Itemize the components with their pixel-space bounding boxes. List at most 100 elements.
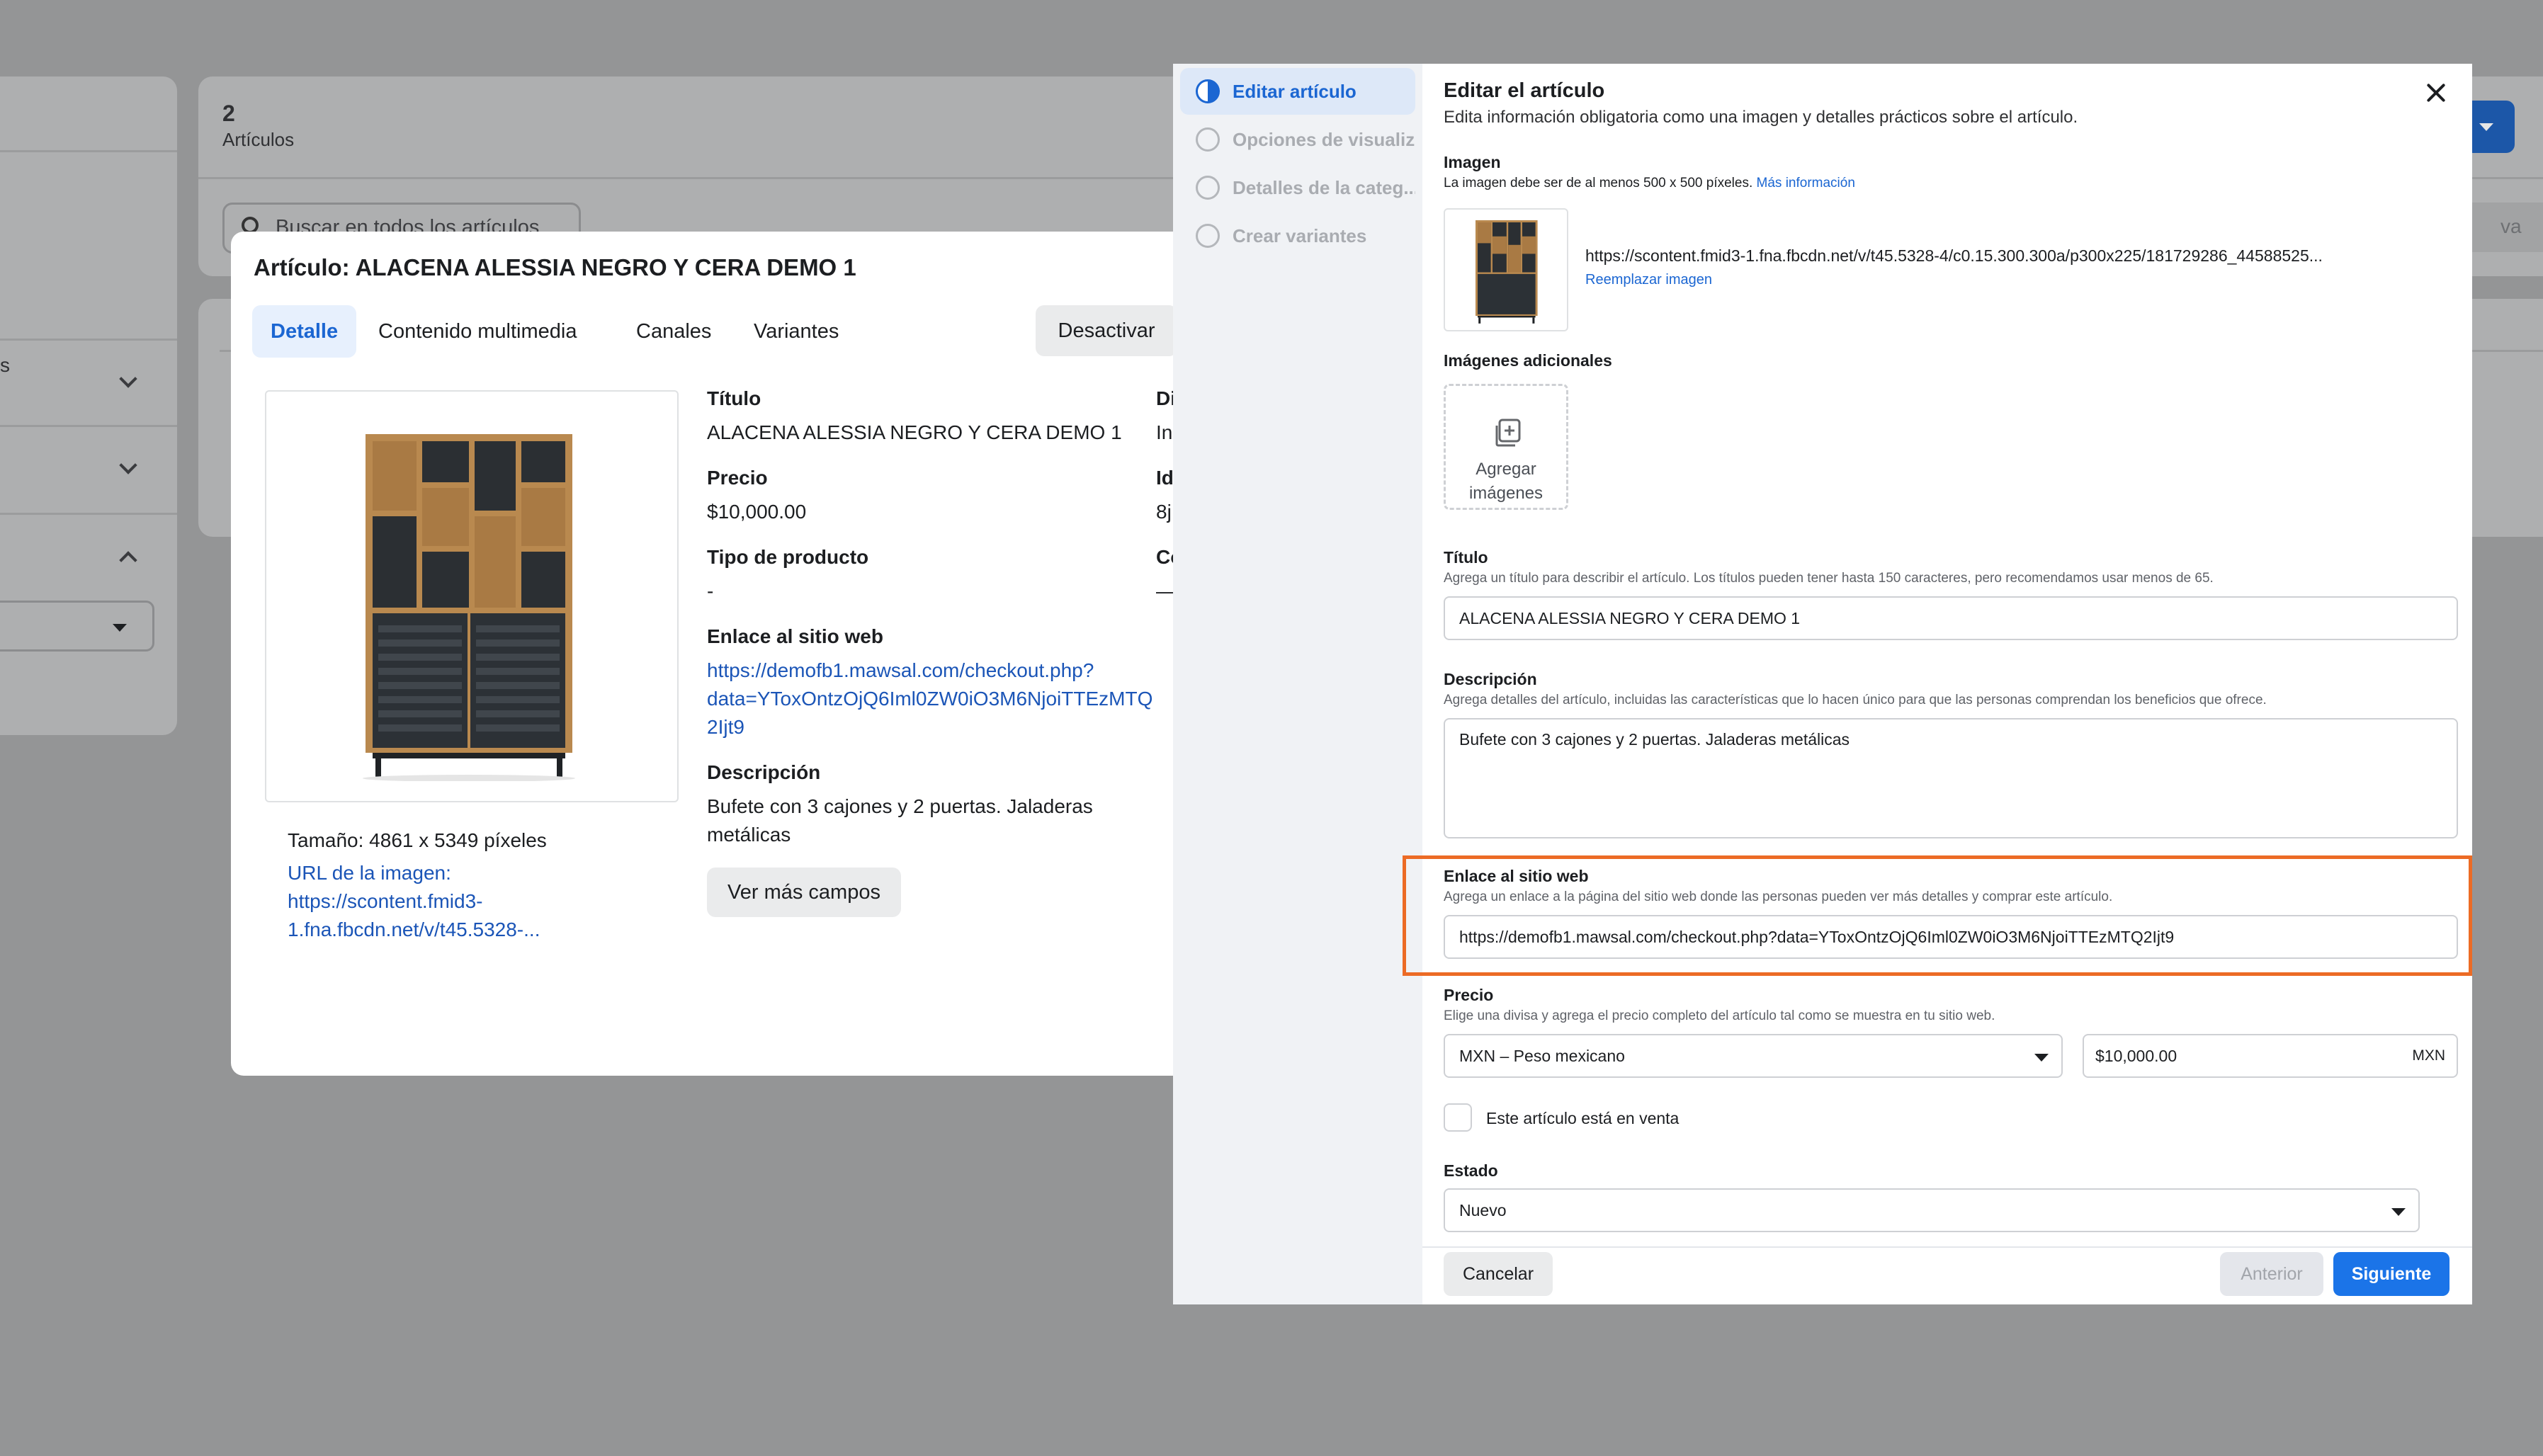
add-images-line1: Agregar (1476, 460, 1536, 479)
col3-value-1: In (1156, 421, 1173, 443)
state-select[interactable]: Nuevo (1444, 1188, 2420, 1232)
caret-down-icon (2034, 1054, 2049, 1062)
image-url: https://scontent.fmid3-1.fna.fbcdn.net/v… (1585, 246, 2323, 265)
website-link-hint: Agrega un enlace a la página del sitio w… (1444, 889, 2113, 904)
see-more-fields-button[interactable]: Ver más campos (707, 868, 901, 917)
main-image-thumbnail[interactable] (1444, 208, 1568, 331)
description-textarea[interactable]: Bufete con 3 cajones y 2 puertas. Jalade… (1444, 718, 2458, 838)
step-label: Detalles de la categ... (1233, 177, 1415, 198)
divider (0, 513, 177, 515)
article-detail-modal: Artículo: ALACENA ALESSIA NEGRO Y CERA D… (231, 232, 1173, 1076)
previous-button[interactable]: Anterior (2220, 1252, 2323, 1296)
state-label: Estado (1444, 1161, 1498, 1180)
image-hint: La imagen debe ser de al menos 500 x 500… (1444, 176, 1855, 191)
add-images-line2: imágenes (1468, 484, 1544, 503)
state-value: Nuevo (1459, 1201, 1507, 1219)
caret-down-icon (2479, 123, 2493, 131)
website-link-label: Enlace al sitio web (1444, 867, 1589, 885)
next-button[interactable]: Siguiente (2333, 1252, 2449, 1296)
background-left-panel: s o (0, 76, 177, 735)
price-input[interactable]: $10,000.00 MXN (2083, 1034, 2458, 1078)
image-hint-text: La imagen debe ser de al menos 500 x 500… (1444, 176, 1753, 190)
edit-content: Editar el artículo Edita información obl… (1403, 64, 2472, 1304)
image-url-label[interactable]: URL de la imagen: (288, 859, 451, 887)
step-circle-icon (1196, 127, 1220, 152)
currency-value: MXN – Peso mexicano (1459, 1047, 1625, 1065)
col3-label-2: Id (1156, 467, 1173, 489)
description-label: Descripción (1444, 670, 1537, 688)
cabinet-thumbnail (1476, 220, 1538, 324)
replace-image-link[interactable]: Reemplazar imagen (1585, 272, 1712, 288)
field-link-line1[interactable]: https://demofb1.mawsal.com/checkout.php? (707, 656, 1094, 685)
side-label-fragment: s (0, 354, 10, 376)
col3-label-3: Co (1156, 546, 1173, 568)
field-description-line2: metálicas (707, 824, 791, 846)
tab-canales[interactable]: Canales (618, 305, 730, 358)
step-crear-variantes[interactable]: Crear variantes (1180, 212, 1415, 259)
field-link-label: Enlace al sitio web (707, 625, 883, 647)
article-count: 2 (222, 101, 235, 126)
add-images-button[interactable]: Agregar imágenes (1444, 384, 1568, 510)
field-title-label: Título (707, 387, 761, 409)
edit-title: Editar el artículo (1444, 79, 1605, 102)
title-input[interactable]: ALACENA ALESSIA NEGRO Y CERA DEMO 1 (1444, 596, 2458, 640)
description-value: Bufete con 3 cajones y 2 puertas. Jalade… (1459, 730, 1850, 749)
steps-sidebar: Editar artículo Opciones de visualiz... … (1173, 64, 1422, 1304)
step-label: Editar artículo (1233, 81, 1357, 102)
image-size: Tamaño: 4861 x 5349 píxeles (288, 829, 547, 851)
image-url-line2[interactable]: 1.fna.fbcdn.net/v/t45.5328-... (288, 916, 540, 944)
edit-article-dialog: Editar artículo Opciones de visualiz... … (1173, 64, 2472, 1304)
price-value: $10,000.00 (2095, 1047, 2177, 1065)
field-link-line3[interactable]: 2Ijt9 (707, 713, 744, 741)
chevron-down-icon[interactable] (119, 370, 137, 388)
price-currency-suffix: MXN (2412, 1047, 2445, 1064)
article-count-label: Artículos (222, 129, 295, 150)
title-hint: Agrega un título para describir el artíc… (1444, 571, 2214, 586)
field-title-value: ALACENA ALESSIA NEGRO Y CERA DEMO 1 (707, 421, 1122, 443)
col3-value-3: — (1156, 577, 1173, 605)
field-price-value: $10,000.00 (707, 501, 807, 523)
field-description-line1: Bufete con 3 cajones y 2 puertas. Jalade… (707, 795, 1093, 817)
step-opciones-visualizacion[interactable]: Opciones de visualiz... (1180, 116, 1415, 163)
chevron-up-icon[interactable] (119, 551, 137, 569)
field-link-line2[interactable]: data=YToxOntzOjQ6Iml0ZW0iO3M6NjoiTTEzMTQ (707, 685, 1152, 713)
caret-down-icon (113, 624, 127, 632)
currency-select[interactable]: MXN – Peso mexicano (1444, 1034, 2063, 1078)
step-label: Crear variantes (1233, 225, 1367, 246)
step-detalles-categoria[interactable]: Detalles de la categ... (1180, 164, 1415, 211)
chevron-down-icon[interactable] (119, 456, 137, 474)
title-label: Título (1444, 548, 1488, 567)
price-label: Precio (1444, 986, 1494, 1004)
add-photo-icon (1495, 419, 1521, 447)
tab-variantes[interactable]: Variantes (735, 305, 857, 358)
caret-down-icon (2391, 1208, 2406, 1216)
step-editar-articulo[interactable]: Editar artículo (1180, 68, 1415, 115)
product-image[interactable] (265, 390, 679, 802)
field-type-label: Tipo de producto (707, 546, 869, 568)
field-description-label: Descripción (707, 761, 821, 783)
website-link-input[interactable]: https://demofb1.mawsal.com/checkout.php?… (1444, 915, 2458, 959)
cabinet-illustration (363, 434, 575, 781)
col3-label-1: Di (1156, 387, 1173, 409)
step-progress-icon (1196, 79, 1220, 103)
more-info-link[interactable]: Más información (1757, 176, 1855, 190)
close-icon[interactable] (2424, 81, 2448, 105)
description-hint: Agrega detalles del artículo, incluidas … (1444, 693, 2267, 707)
tab-detalle[interactable]: Detalle (252, 305, 357, 358)
deactivate-button[interactable]: Desactivar (1036, 305, 1173, 356)
additional-images-label: Imágenes adicionales (1444, 351, 1612, 370)
col3-value-2: 8j (1156, 501, 1172, 523)
cancel-button[interactable]: Cancelar (1444, 1252, 1553, 1296)
detail-title: Artículo: ALACENA ALESSIA NEGRO Y CERA D… (254, 254, 856, 280)
on-sale-label: Este artículo está en venta (1486, 1109, 1680, 1127)
divider (0, 425, 177, 427)
edit-subtitle: Edita información obligatoria como una i… (1444, 108, 2078, 127)
on-sale-checkbox[interactable] (1444, 1103, 1472, 1132)
image-label: Imagen (1444, 153, 1501, 171)
footer-divider (1422, 1246, 2472, 1248)
filter-select[interactable]: o (0, 601, 154, 652)
background-action-label: va (2500, 215, 2522, 237)
tab-contenido-multimedia[interactable]: Contenido multimedia (360, 305, 595, 358)
image-url-line1[interactable]: https://scontent.fmid3- (288, 887, 482, 916)
divider (0, 339, 177, 341)
